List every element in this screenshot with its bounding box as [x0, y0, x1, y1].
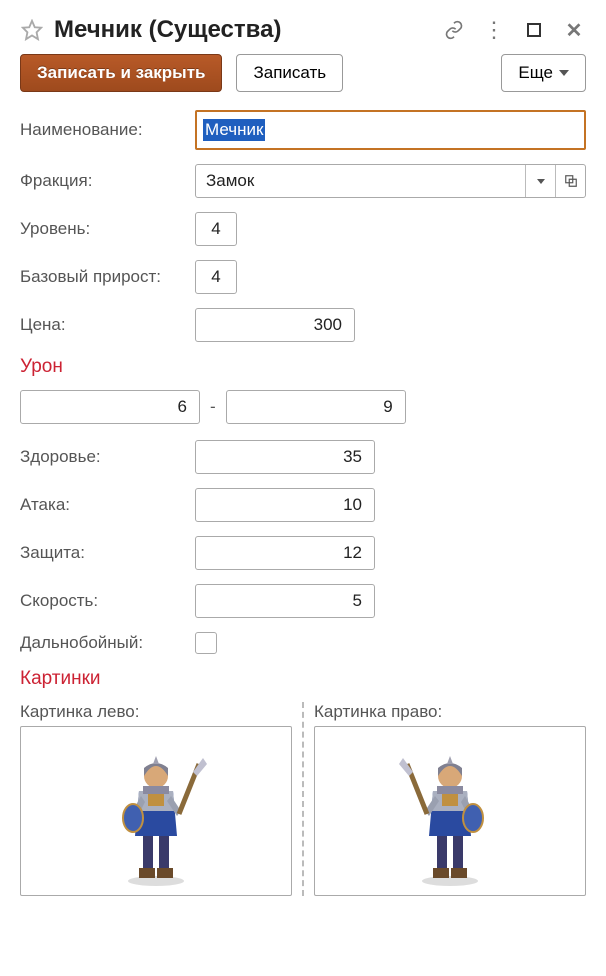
swordsman-left-sprite — [101, 736, 211, 886]
faction-label: Фракция: — [20, 171, 185, 191]
growth-input[interactable] — [195, 260, 237, 294]
attack-input[interactable] — [195, 488, 375, 522]
title-bar: Мечник (Существа) ⋮ ✕ — [20, 10, 586, 54]
damage-min-input[interactable] — [20, 390, 200, 424]
health-input[interactable] — [195, 440, 375, 474]
pictures-section-title: Картинки — [20, 668, 586, 690]
growth-label: Базовый прирост: — [20, 267, 185, 287]
picture-right-label: Картинка право: — [314, 702, 586, 722]
name-label: Наименование: — [20, 120, 185, 140]
name-input-value: Мечник — [203, 119, 265, 141]
swordsman-right-sprite — [395, 736, 505, 886]
link-icon[interactable] — [442, 18, 466, 42]
health-label: Здоровье: — [20, 447, 185, 467]
save-and-close-button[interactable]: Записать и закрыть — [20, 54, 222, 92]
attack-label: Атака: — [20, 495, 185, 515]
favorite-star-icon[interactable] — [20, 18, 44, 42]
damage-section-title: Урон — [20, 356, 586, 378]
damage-dash: - — [210, 397, 216, 417]
speed-label: Скорость: — [20, 591, 185, 611]
defense-label: Защита: — [20, 543, 185, 563]
toolbar: Записать и закрыть Записать Еще — [20, 54, 586, 92]
level-label: Уровень: — [20, 219, 185, 239]
faction-value: Замок — [196, 165, 525, 197]
damage-max-input[interactable] — [226, 390, 406, 424]
close-icon[interactable]: ✕ — [562, 18, 586, 42]
maximize-icon[interactable] — [522, 18, 546, 42]
save-button[interactable]: Записать — [236, 54, 343, 92]
picture-divider — [302, 702, 304, 896]
chevron-down-icon — [559, 70, 569, 76]
name-input[interactable]: Мечник — [195, 110, 586, 150]
open-reference-icon[interactable] — [555, 165, 585, 197]
defense-input[interactable] — [195, 536, 375, 570]
more-button[interactable]: Еще — [501, 54, 586, 92]
ranged-label: Дальнобойный: — [20, 633, 185, 653]
picture-right-box[interactable] — [314, 726, 586, 896]
price-label: Цена: — [20, 315, 185, 335]
level-input[interactable] — [195, 212, 237, 246]
window-title: Мечник (Существа) — [54, 16, 432, 44]
ranged-checkbox[interactable] — [195, 632, 217, 654]
picture-left-box[interactable] — [20, 726, 292, 896]
more-button-label: Еще — [518, 63, 553, 83]
speed-input[interactable] — [195, 584, 375, 618]
dropdown-arrow-icon[interactable] — [525, 165, 555, 197]
kebab-menu-icon[interactable]: ⋮ — [482, 18, 506, 42]
faction-select[interactable]: Замок — [195, 164, 586, 198]
price-input[interactable] — [195, 308, 355, 342]
picture-left-label: Картинка лево: — [20, 702, 292, 722]
